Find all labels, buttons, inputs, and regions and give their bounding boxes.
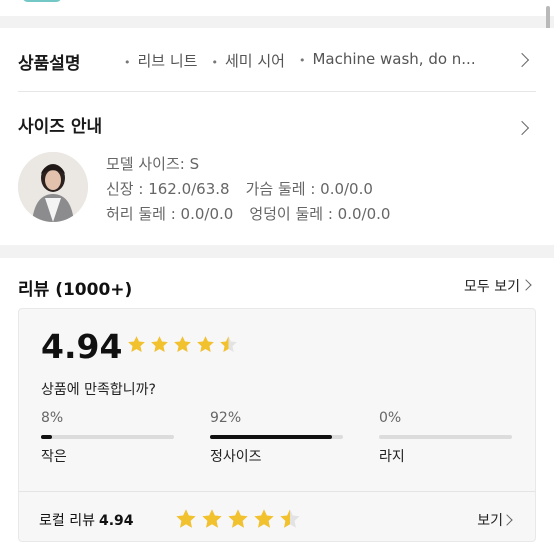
fit-label: 정사이즈 bbox=[210, 449, 262, 465]
divider bbox=[19, 491, 535, 492]
product-info-card: 상품설명 리브 니트 세미 시어 Machine wash, do n... 사… bbox=[0, 28, 554, 245]
chevron-right-icon[interactable] bbox=[501, 514, 513, 526]
divider bbox=[18, 91, 536, 92]
star-icon bbox=[176, 509, 196, 528]
fit-bar-fill bbox=[41, 435, 52, 439]
description-tags: 리브 니트 세미 시어 Machine wash, do n... bbox=[124, 50, 509, 71]
chest-measure: 가슴 둘레 : 0.0/0.0 bbox=[245, 180, 373, 198]
star-icon bbox=[254, 509, 274, 528]
chevron-right-icon bbox=[514, 52, 530, 68]
fit-option-true: 92% 정사이즈 bbox=[210, 410, 343, 466]
see-all-reviews-link[interactable]: 모두 보기 bbox=[464, 276, 520, 296]
star-icon bbox=[220, 336, 237, 353]
model-size: 모델 사이즈: S bbox=[106, 155, 200, 173]
fit-label: 작은 bbox=[41, 449, 67, 465]
fit-bar-track bbox=[210, 435, 343, 439]
reviews-title: 리뷰 (1000+) bbox=[18, 280, 133, 300]
hip-measure: 엉덩이 둘레 : 0.0/0.0 bbox=[249, 205, 391, 223]
fit-bar-fill bbox=[210, 435, 333, 439]
waist-measure: 허리 둘레 : 0.0/0.0 bbox=[106, 205, 234, 223]
size-info: 모델 사이즈: S 신장 : 162.0/63.8 가슴 둘레 : 0.0/0.0… bbox=[106, 152, 390, 227]
description-title: 상품설명 bbox=[18, 54, 81, 74]
average-rating: 4.94 bbox=[41, 327, 123, 366]
fit-label: 라지 bbox=[379, 449, 405, 465]
fit-option-small: 8% 작은 bbox=[41, 410, 174, 466]
size-guide-title[interactable]: 사이즈 안내 bbox=[18, 112, 102, 137]
fit-question: 상품에 만족합니까? bbox=[41, 382, 156, 398]
local-review-summary: 로컬 리뷰 4.94 bbox=[39, 510, 134, 530]
fit-bar-track bbox=[41, 435, 174, 439]
star-icon bbox=[228, 509, 248, 528]
height-measure: 신장 : 162.0/63.8 bbox=[106, 180, 230, 198]
description-tag: 세미 시어 bbox=[211, 50, 285, 71]
local-review-rating: 4.94 bbox=[98, 513, 134, 529]
star-icon bbox=[197, 336, 214, 353]
model-avatar bbox=[18, 152, 88, 222]
description-row[interactable]: 상품설명 리브 니트 세미 시어 Machine wash, do n... bbox=[0, 28, 554, 92]
chevron-right-icon[interactable] bbox=[520, 279, 532, 291]
local-reviews-link[interactable]: 보기 bbox=[477, 510, 503, 530]
local-review-label: 로컬 리뷰 bbox=[39, 513, 95, 529]
fit-percent: 0% bbox=[379, 410, 402, 426]
fit-option-large: 0% 라지 bbox=[379, 410, 512, 466]
fit-percent: 8% bbox=[41, 410, 64, 426]
star-icon bbox=[202, 509, 222, 528]
description-tag: 리브 니트 bbox=[124, 50, 198, 71]
local-rating-stars bbox=[175, 508, 301, 530]
chevron-right-icon[interactable] bbox=[514, 120, 530, 136]
description-tag: Machine wash, do n... bbox=[299, 50, 475, 71]
star-icon bbox=[280, 509, 300, 528]
rating-stars bbox=[127, 335, 238, 354]
star-icon bbox=[151, 336, 168, 353]
star-icon bbox=[174, 336, 191, 353]
fit-percent: 92% bbox=[210, 410, 242, 426]
previous-section-edge bbox=[0, 0, 554, 16]
reviews-card: 리뷰 (1000+) 모두 보기 4.94 상품에 만족합니까? 8% 작은 9… bbox=[0, 258, 554, 554]
star-icon bbox=[128, 336, 145, 353]
review-summary-box: 4.94 상품에 만족합니까? 8% 작은 92% 정사이즈 0% 라지 로컬 … bbox=[18, 308, 536, 542]
fit-bar-track bbox=[379, 435, 512, 439]
